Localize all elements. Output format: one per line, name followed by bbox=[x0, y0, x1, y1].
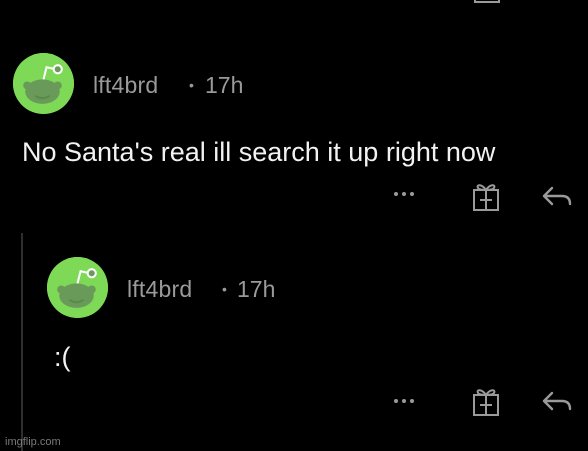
username[interactable]: lft4brd bbox=[93, 72, 158, 99]
username[interactable]: lft4brd bbox=[127, 276, 192, 303]
comment-body: :( bbox=[54, 342, 71, 372]
avatar[interactable] bbox=[13, 53, 74, 114]
comment-age: 17h bbox=[205, 72, 244, 98]
gift-icon[interactable] bbox=[470, 385, 502, 417]
avatar[interactable] bbox=[47, 257, 108, 318]
reply-icon[interactable] bbox=[541, 0, 575, 4]
watermark: imgflip.com bbox=[5, 436, 61, 448]
more-icon[interactable] bbox=[391, 186, 417, 202]
gift-icon[interactable] bbox=[470, 180, 502, 212]
more-icon[interactable] bbox=[391, 393, 417, 409]
comment-body: No Santa's real ill search it up right n… bbox=[22, 137, 496, 167]
gift-icon[interactable] bbox=[472, 0, 502, 6]
comment-age: 17h bbox=[237, 276, 276, 302]
reply-icon[interactable] bbox=[540, 184, 574, 210]
reply-icon[interactable] bbox=[540, 389, 574, 415]
separator-dot: • bbox=[189, 77, 194, 93]
thread-line bbox=[21, 233, 23, 451]
separator-dot: • bbox=[222, 281, 227, 297]
